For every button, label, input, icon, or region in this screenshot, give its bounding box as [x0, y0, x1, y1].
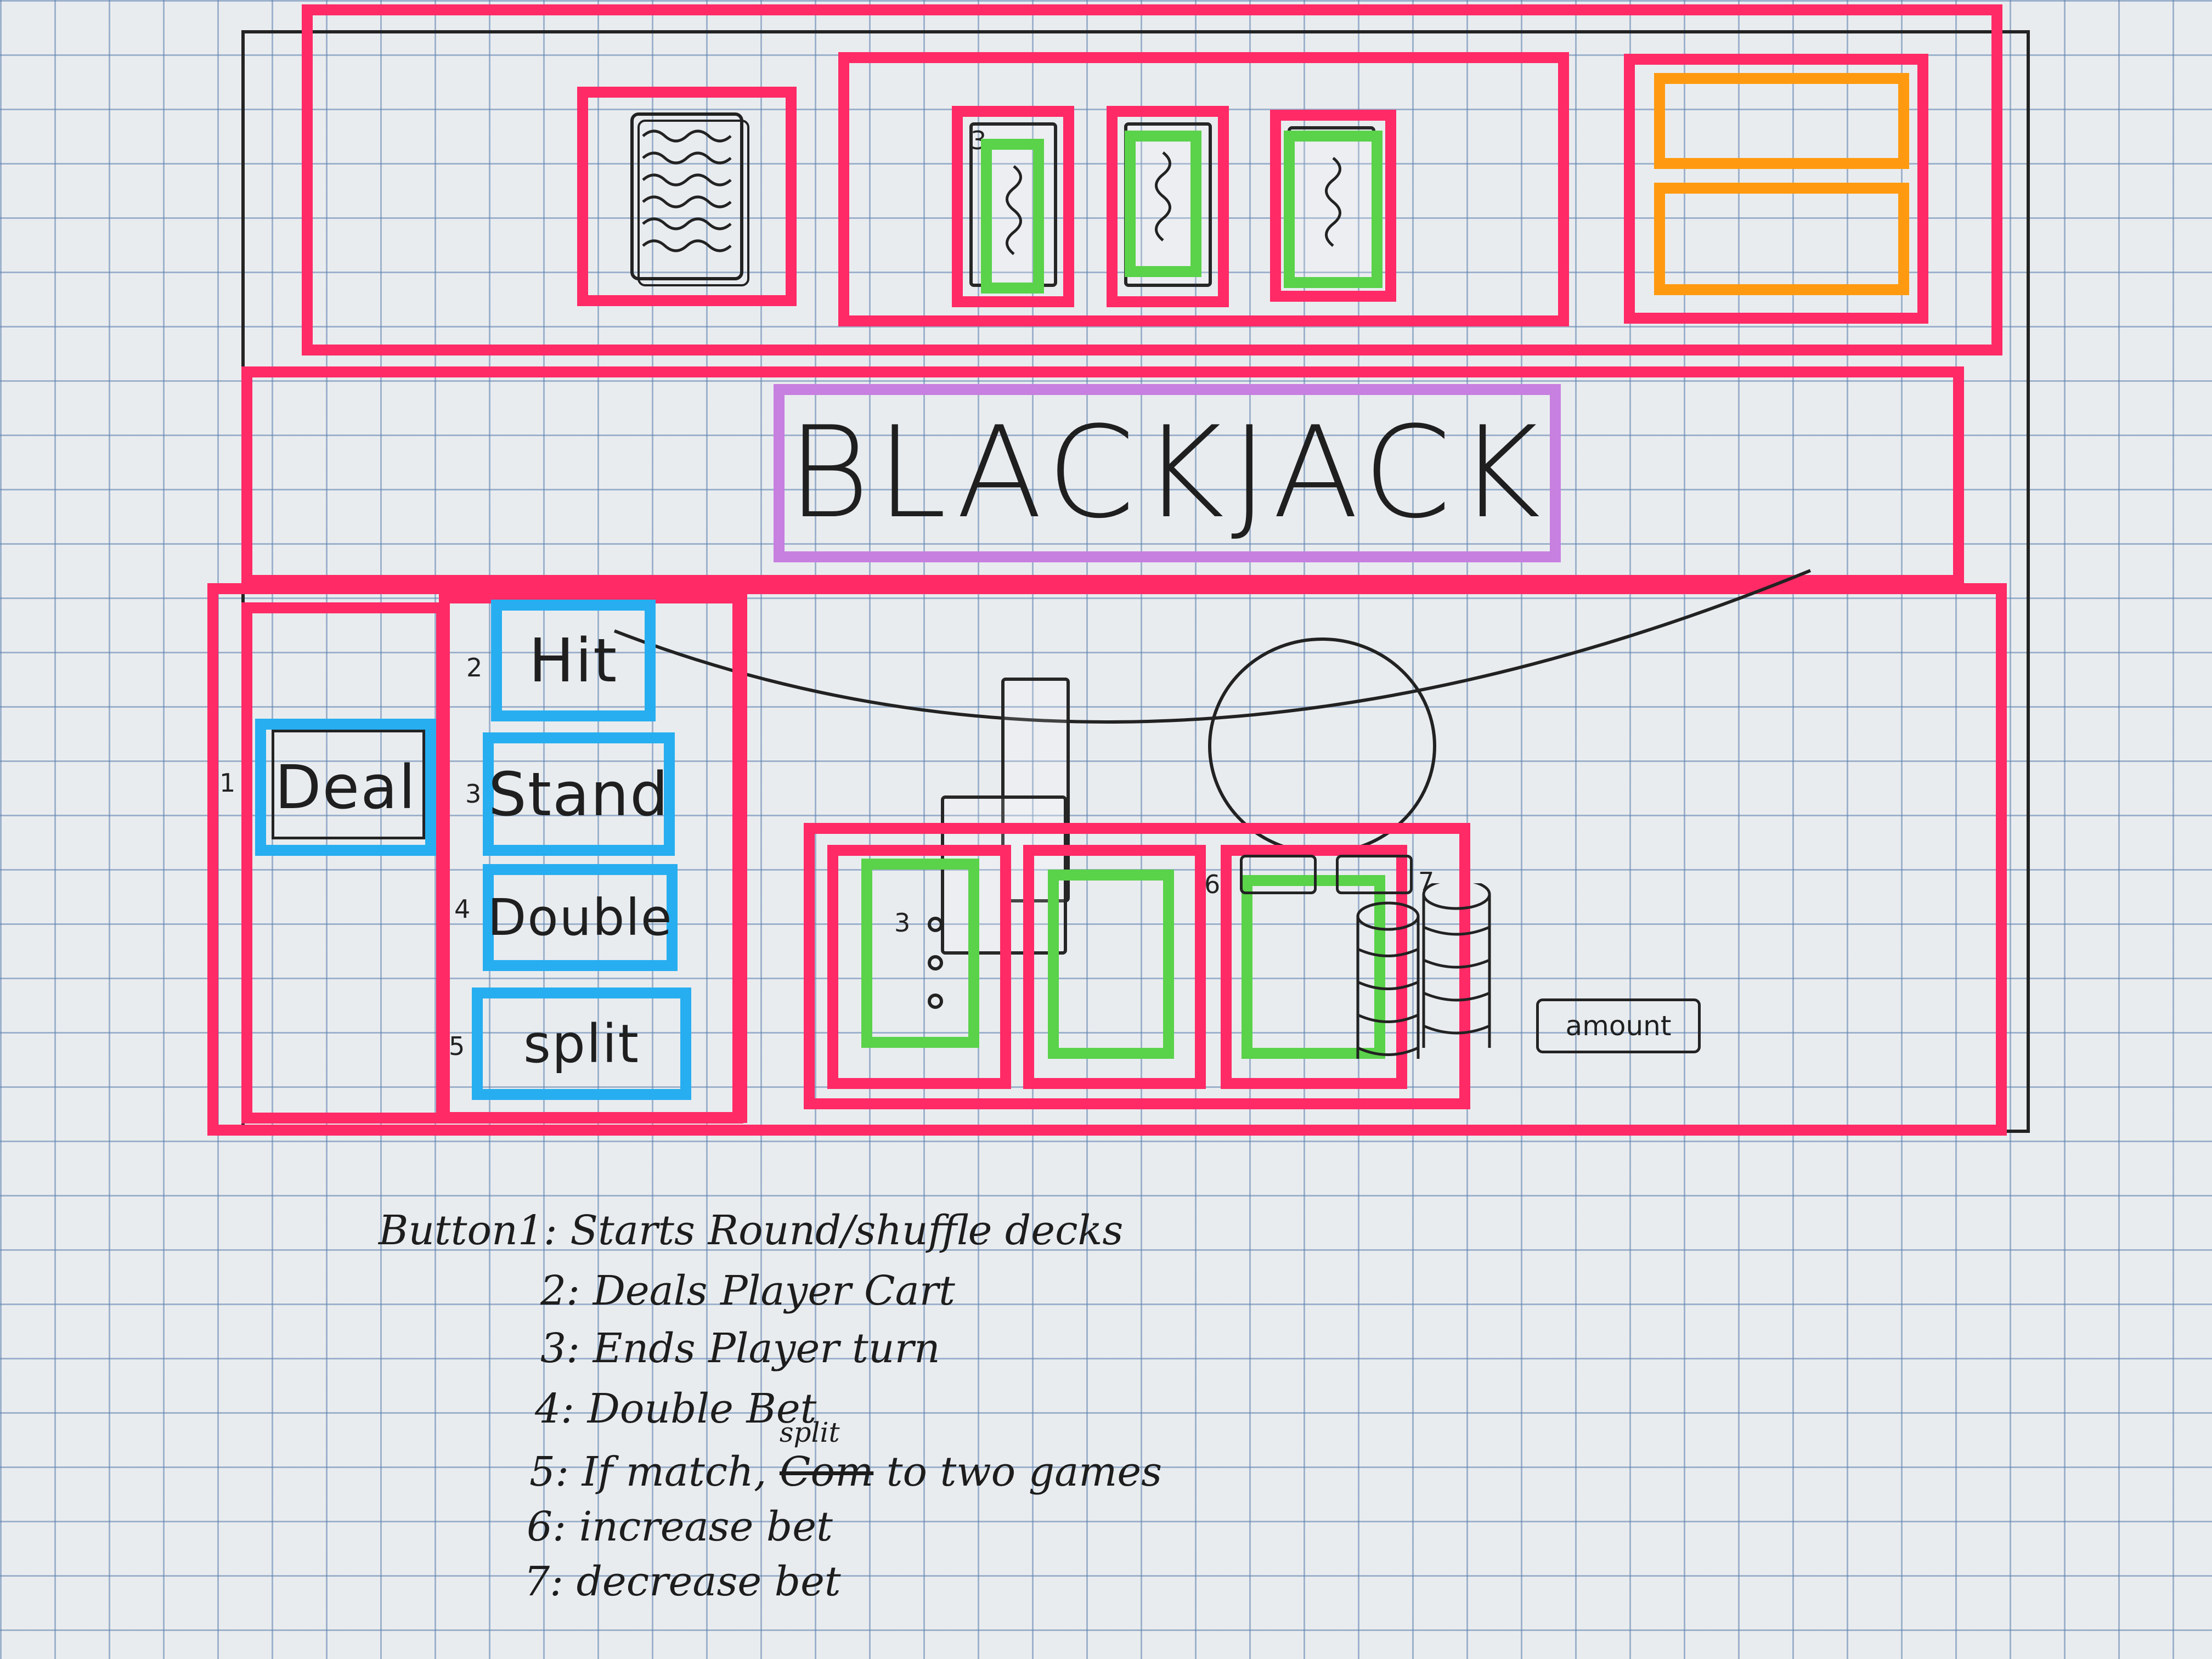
deal-column — [241, 602, 447, 1124]
deck-container — [577, 87, 797, 306]
legend-text-5-before: If match, — [582, 1448, 767, 1496]
legend-text-3: Ends Player turn — [592, 1325, 940, 1372]
legend-row-6: 6: increase bet — [527, 1503, 833, 1550]
legend-text-7: decrease bet — [576, 1558, 841, 1605]
button-number-1: 1 — [219, 768, 236, 798]
legend-text-5-struck: Com — [779, 1448, 874, 1496]
player-card-2 — [1048, 870, 1174, 1059]
button-number-5: 5 — [449, 1031, 465, 1061]
legend-text-5-insert: split — [779, 1417, 840, 1448]
legend-number-6: 6 — [527, 1503, 553, 1550]
card-deck-icon — [630, 112, 749, 286]
legend-row-4: 4: Double Bet — [535, 1385, 817, 1432]
split-button[interactable]: split — [472, 988, 691, 1100]
legend-row-2: 2: Deals Player Cart — [540, 1267, 955, 1314]
player-card-mark: 3 — [894, 908, 911, 938]
legend-row-5: 5: If match, Com split to two games — [529, 1417, 1163, 1496]
dealer-card-3 — [1284, 131, 1383, 288]
legend-number-1: 1 — [517, 1207, 544, 1254]
button-number-4: 4 — [454, 894, 471, 924]
legend-row-7: 7: decrease bet — [524, 1558, 841, 1605]
double-button[interactable]: Double — [483, 864, 678, 971]
legend-text-2: Deals Player Cart — [592, 1267, 955, 1314]
increase-bet-number: 6 — [1204, 870, 1221, 899]
legend-number-2: 2 — [540, 1267, 567, 1314]
legend-text-5-after: to two games — [886, 1448, 1163, 1496]
legend-number-7: 7 — [524, 1558, 550, 1605]
legend-row-3: 3: Ends Player turn — [540, 1325, 940, 1372]
button-number-2: 2 — [466, 653, 483, 682]
legend-heading: Button — [379, 1207, 518, 1254]
deal-button[interactable]: Deal — [255, 719, 436, 856]
button-number-3: 3 — [465, 779, 482, 809]
chip-stack-icon — [1356, 883, 1491, 1059]
squiggle-icon — [1325, 157, 1341, 247]
squiggle-icon — [1155, 151, 1171, 241]
legend-number-4: 4 — [535, 1385, 561, 1432]
deal-button-label: Deal — [274, 752, 417, 822]
double-button-label: Double — [487, 888, 673, 947]
squiggle-icon — [1006, 165, 1022, 255]
legend-number-5: 5 — [529, 1448, 556, 1496]
player-card-1: 3 — [861, 859, 979, 1048]
hit-button-label: Hit — [528, 625, 618, 696]
pips-icon — [928, 917, 943, 1009]
dealer-card-2 — [1125, 131, 1201, 277]
hit-button[interactable]: Hit — [491, 600, 656, 721]
legend-heading-row: Button1: Starts Round/shuffle decks — [379, 1207, 1124, 1254]
dealer-card-1 — [981, 139, 1044, 294]
stand-button[interactable]: Stand — [483, 732, 675, 856]
legend-text-1: Starts Round/shuffle decks — [570, 1207, 1124, 1254]
stand-button-label: Stand — [488, 759, 669, 830]
increase-bet-button[interactable] — [1240, 855, 1317, 894]
title-box: BLACKJACK — [774, 384, 1561, 562]
score-field-2 — [1654, 183, 1909, 295]
bet-amount-field[interactable]: amount — [1536, 998, 1701, 1053]
split-button-label: split — [523, 1013, 640, 1075]
score-field-1 — [1654, 73, 1909, 169]
legend-text-6: increase bet — [579, 1503, 833, 1550]
legend-number-3: 3 — [540, 1325, 567, 1372]
bet-amount-label: amount — [1565, 1010, 1672, 1042]
page-title: BLACKJACK — [787, 400, 1548, 546]
